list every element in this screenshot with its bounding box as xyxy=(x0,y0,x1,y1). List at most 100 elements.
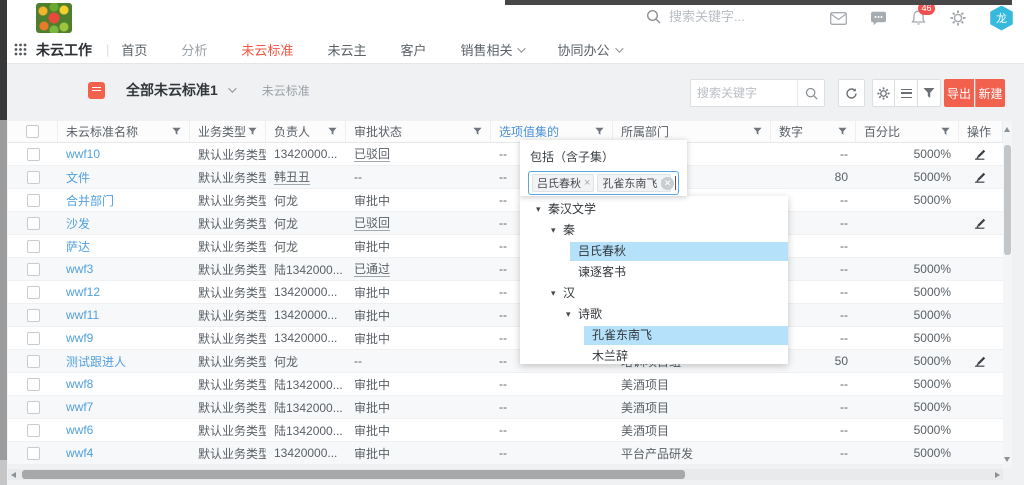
app-logo[interactable] xyxy=(36,3,72,33)
nav-item-销售相关[interactable]: 销售相关 xyxy=(460,40,523,59)
record-name-link[interactable]: 沙发 xyxy=(58,212,190,234)
tree-node-label[interactable]: 谏逐客书 xyxy=(578,262,626,283)
record-name-link[interactable]: 文件 xyxy=(58,166,190,188)
edit-record-button[interactable] xyxy=(975,171,987,183)
funnel-icon[interactable] xyxy=(172,127,181,136)
nav-item-协同办公[interactable]: 协同办公 xyxy=(557,40,620,59)
tree-node-label[interactable]: 诗歌 xyxy=(578,304,602,325)
list-search-input[interactable] xyxy=(691,80,797,106)
tree-expand-arrow-icon[interactable]: ▾ xyxy=(536,199,541,220)
row-checkbox[interactable] xyxy=(27,171,40,184)
funnel-icon[interactable] xyxy=(328,127,337,136)
record-name[interactable]: wwf6 xyxy=(66,423,93,437)
funnel-icon[interactable] xyxy=(838,127,847,136)
row-checkbox[interactable] xyxy=(27,355,40,368)
row-checkbox[interactable] xyxy=(27,378,40,391)
tree-node-吕氏春秋[interactable]: 吕氏春秋 xyxy=(520,241,788,262)
record-name-link[interactable]: wwf9 xyxy=(58,327,190,349)
funnel-icon[interactable] xyxy=(595,127,604,136)
funnel-icon[interactable] xyxy=(941,127,950,136)
record-name-link[interactable]: wwf7 xyxy=(58,396,190,418)
record-name[interactable]: wwf10 xyxy=(66,147,100,161)
record-name[interactable]: wwf9 xyxy=(66,331,93,345)
scroll-right-arrow[interactable] xyxy=(995,472,1000,478)
record-name-link[interactable]: wwf8 xyxy=(58,373,190,395)
row-checkbox[interactable] xyxy=(27,217,40,230)
tree-node-label[interactable]: 汉 xyxy=(563,283,575,304)
view-chevron-down-icon[interactable] xyxy=(228,84,236,92)
tree-expand-arrow-icon[interactable]: ▾ xyxy=(551,220,556,241)
record-name[interactable]: wwf11 xyxy=(66,308,99,322)
record-name[interactable]: wwf8 xyxy=(66,377,93,391)
record-name[interactable]: 合并部门 xyxy=(66,192,114,209)
tree-node-木兰辞[interactable]: 木兰辞 xyxy=(520,346,788,367)
row-checkbox[interactable] xyxy=(27,286,40,299)
funnel-icon[interactable] xyxy=(248,127,257,136)
record-name-link[interactable]: wwf6 xyxy=(58,419,190,441)
record-name-link[interactable]: wwf4 xyxy=(58,442,190,464)
row-checkbox[interactable] xyxy=(27,309,40,322)
nav-item-客户[interactable]: 客户 xyxy=(400,40,426,59)
scroll-up-arrow[interactable] xyxy=(1004,127,1010,132)
record-name-link[interactable]: 萨达 xyxy=(58,235,190,257)
scroll-left-arrow[interactable] xyxy=(11,472,16,478)
row-checkbox[interactable] xyxy=(27,401,40,414)
tree-node-label[interactable]: 秦 xyxy=(563,220,575,241)
row-checkbox[interactable] xyxy=(27,424,40,437)
tree-node-诗歌[interactable]: ▾ 诗歌 xyxy=(520,304,788,325)
record-name[interactable]: 沙发 xyxy=(66,215,90,232)
tree-expand-arrow-icon[interactable]: ▾ xyxy=(551,283,556,304)
record-name-link[interactable]: wwf11 xyxy=(58,304,190,326)
row-checkbox[interactable] xyxy=(27,447,40,460)
row-checkbox[interactable] xyxy=(27,194,40,207)
tree-node-孔雀东南飞[interactable]: 孔雀东南飞 xyxy=(520,325,788,346)
horizontal-scrollbar-thumb[interactable] xyxy=(22,470,685,479)
record-name[interactable]: 测试跟进人 xyxy=(66,353,126,370)
mail-icon[interactable] xyxy=(829,9,847,27)
tree-node-秦[interactable]: ▾秦 xyxy=(520,220,788,241)
edit-record-button[interactable] xyxy=(975,355,987,367)
select-all-checkbox[interactable] xyxy=(26,125,39,138)
tree-node-谏逐客书[interactable]: 谏逐客书 xyxy=(520,262,788,283)
record-name-link[interactable]: 合并部门 xyxy=(58,189,190,211)
record-name-link[interactable]: 测试跟进人 xyxy=(58,350,190,372)
nav-item-首页[interactable]: 首页 xyxy=(121,40,147,59)
record-name[interactable]: wwf7 xyxy=(66,400,93,414)
export-button[interactable]: 导出 xyxy=(944,79,974,107)
tree-node-秦汉文学[interactable]: ▾秦汉文学 xyxy=(520,199,788,220)
view-title[interactable]: 全部未云标准1 xyxy=(126,80,218,100)
row-checkbox[interactable] xyxy=(27,148,40,161)
vertical-scrollbar[interactable] xyxy=(1003,121,1012,468)
clear-all-icon[interactable]: ✕ xyxy=(661,177,674,190)
scroll-down-arrow[interactable] xyxy=(1004,457,1010,462)
refresh-button[interactable] xyxy=(838,79,865,107)
filter-condition-label[interactable]: 包括（含子集） xyxy=(530,148,679,165)
vertical-scrollbar-thumb[interactable] xyxy=(1004,145,1011,255)
tree-expand-arrow-icon[interactable]: ▾ xyxy=(566,304,571,325)
row-height-button[interactable] xyxy=(895,79,918,107)
record-name-link[interactable]: wwf12 xyxy=(58,281,190,303)
list-search-button[interactable] xyxy=(797,80,824,106)
row-checkbox[interactable] xyxy=(27,263,40,276)
edit-record-button[interactable] xyxy=(975,217,987,229)
record-name[interactable]: wwf4 xyxy=(66,446,93,460)
record-name[interactable]: 文件 xyxy=(66,169,90,186)
record-name[interactable]: 萨达 xyxy=(66,238,90,255)
remove-tag-icon[interactable]: × xyxy=(584,177,590,189)
record-name[interactable]: wwf3 xyxy=(66,262,93,276)
settings-gear-icon[interactable] xyxy=(949,9,967,27)
tree-node-label[interactable]: 孔雀东南飞 xyxy=(592,325,652,346)
row-checkbox[interactable] xyxy=(27,240,40,253)
filter-tag-input[interactable]: 吕氏春秋×孔雀东南飞× ✕ xyxy=(528,171,679,195)
nav-item-未云主[interactable]: 未云主 xyxy=(327,40,366,59)
app-grid-icon[interactable] xyxy=(14,43,27,56)
tree-node-label[interactable]: 吕氏春秋 xyxy=(578,241,626,262)
notifications-bell-icon[interactable]: 46 xyxy=(909,9,927,27)
tree-node-label[interactable]: 木兰辞 xyxy=(592,346,628,367)
nav-item-分析[interactable]: 分析 xyxy=(181,40,207,59)
edit-record-button[interactable] xyxy=(975,148,987,160)
table-settings-button[interactable] xyxy=(872,79,895,107)
funnel-icon[interactable] xyxy=(473,127,482,136)
create-button[interactable]: 新建 xyxy=(975,79,1005,107)
global-search-input[interactable] xyxy=(669,9,819,24)
